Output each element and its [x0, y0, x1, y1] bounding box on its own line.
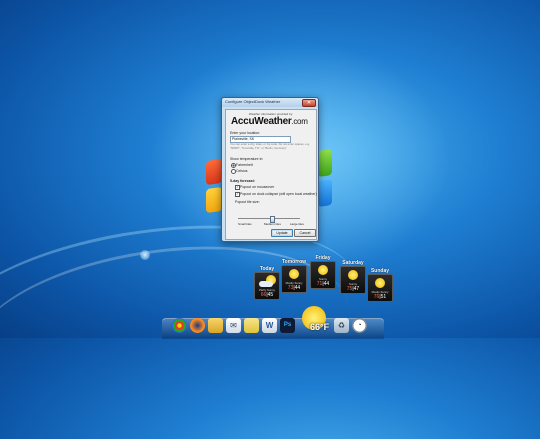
- windows-logo-green: [318, 149, 332, 177]
- close-button[interactable]: ✕: [302, 99, 316, 107]
- logo-main: AccuWeather: [231, 116, 292, 127]
- sun-icon: [375, 278, 385, 288]
- configure-weather-dialog: Configure ObjectDock Weather ✕ Weather i…: [221, 97, 319, 242]
- partly-sunny-icon: [259, 281, 273, 287]
- recycle-bin-icon[interactable]: ♻: [334, 318, 349, 333]
- windows-logo-blue: [318, 179, 332, 207]
- low-temp: 51: [380, 294, 387, 300]
- dialog-title: Configure ObjectDock Weather: [225, 99, 281, 104]
- current-temperature: 66°F: [310, 322, 330, 332]
- large-tiles-label: Large tiles: [290, 222, 304, 226]
- word-icon[interactable]: W: [262, 318, 277, 333]
- small-tiles-label: Small tiles: [238, 222, 252, 226]
- mail-icon[interactable]: ✉: [226, 318, 241, 333]
- forecast-day-friday[interactable]: Friday Sunny 71|44: [310, 255, 336, 289]
- update-button[interactable]: Update: [271, 229, 293, 237]
- temperatures: 76|51: [373, 294, 387, 300]
- tile-size-track[interactable]: [238, 218, 300, 219]
- accuweather-logo[interactable]: AccuWeather.com: [231, 116, 308, 127]
- low-temp: 45: [267, 292, 274, 298]
- sun-icon: [318, 265, 328, 275]
- temperatures: 71|44: [316, 281, 330, 287]
- windows-logo-yellow: [206, 186, 222, 214]
- wallpaper-sparkle: [140, 250, 150, 260]
- popout-mouseover-label: Popout on mouseover: [240, 185, 275, 189]
- celsius-label: Celsius: [236, 169, 248, 173]
- photoshop-icon[interactable]: Ps: [280, 318, 295, 333]
- dialog-client: Weather information provided by: AccuWea…: [225, 109, 317, 240]
- forecast-day-sunday[interactable]: Sunday Mostly Sunny 76|51: [367, 268, 393, 302]
- forecast-tile: Mostly Sunny 73|44: [281, 265, 307, 293]
- temperatures: 73|44: [287, 285, 301, 291]
- dialog-titlebar[interactable]: Configure ObjectDock Weather ✕: [222, 98, 318, 107]
- forecast-tile: Sunny 71|44: [310, 261, 336, 289]
- cancel-button[interactable]: Cancel: [294, 229, 316, 237]
- popout-collapse-label: Popout on dock collapse (will open local…: [240, 192, 317, 196]
- sun-icon: [289, 269, 299, 279]
- folder-icon[interactable]: [208, 318, 223, 333]
- forecast-day-today[interactable]: Today Partly Sunny 66|45: [254, 266, 280, 300]
- forecast-day-tomorrow[interactable]: Tomorrow Mostly Sunny 73|44: [281, 259, 307, 293]
- medium-tiles-label: Medium tiles: [264, 222, 281, 226]
- location-label: Enter your location:: [230, 131, 261, 135]
- clock-icon[interactable]: ◔: [352, 318, 367, 333]
- low-temp: 44: [294, 285, 301, 291]
- forecast-day-saturday[interactable]: Saturday Sunny 75|47: [340, 260, 366, 294]
- temperature-label: Show temperature in:: [230, 157, 264, 161]
- sun-icon: [348, 270, 358, 280]
- forecast-tile: Sunny 75|47: [340, 266, 366, 294]
- tile-size-label: Popout tile size:: [235, 200, 260, 204]
- firefox-icon[interactable]: [190, 318, 205, 333]
- forecast-tile: Mostly Sunny 76|51: [367, 274, 393, 302]
- chrome-icon[interactable]: [172, 318, 187, 333]
- windows-logo-red: [206, 158, 222, 186]
- fahrenheit-label: Fahrenheit: [236, 163, 253, 167]
- location-hint: You can enter a city, state, or zip code…: [230, 142, 310, 150]
- temperatures: 75|47: [346, 286, 360, 292]
- logo-suffix: .com: [291, 117, 308, 126]
- low-temp: 47: [353, 286, 360, 292]
- forecast-label: 5-day forecast:: [230, 179, 255, 183]
- forecast-tile: Partly Sunny 66|45: [254, 272, 280, 300]
- low-temp: 44: [323, 281, 330, 287]
- temperatures: 66|45: [260, 292, 274, 298]
- notes-icon[interactable]: [244, 318, 259, 333]
